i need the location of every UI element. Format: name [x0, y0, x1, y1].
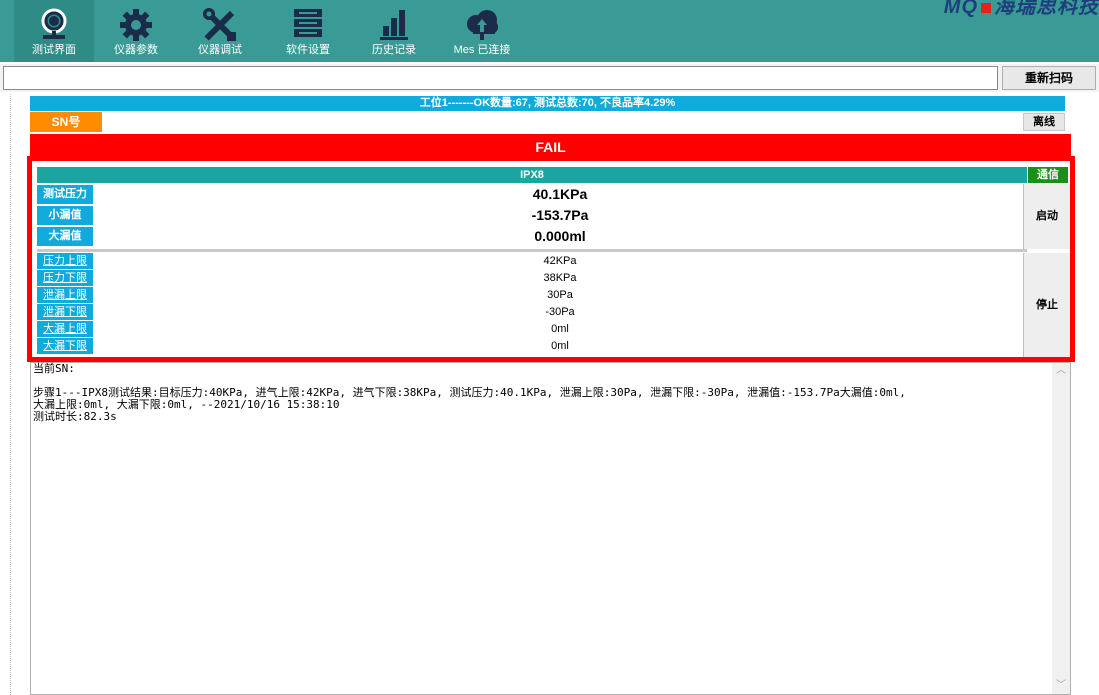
limit-row: 压力上限 42KPa — [37, 253, 1027, 269]
limit-value: 0ml — [551, 340, 569, 352]
limit-value: -30Pa — [545, 306, 575, 318]
brand-name: 海瑞思科技 — [994, 0, 1099, 18]
limit-value: 0ml — [551, 323, 569, 335]
sn-row: SN号 离线 — [30, 112, 1065, 132]
test-panel: IPX8 通信 测试压力 40.1KPa 小漏值 -153.7Pa 大漏值 0.… — [27, 156, 1075, 362]
toolbar-label: 历史记录 — [372, 44, 416, 56]
scroll-up-icon[interactable]: ︿ — [1052, 363, 1070, 379]
limit-label[interactable]: 泄漏下限 — [37, 304, 93, 320]
tools-icon — [203, 8, 236, 41]
measurement-row: 测试压力 40.1KPa — [37, 184, 1027, 205]
offline-button[interactable]: 离线 — [1023, 113, 1065, 131]
log-textarea[interactable]: 当前SN: 步骤1---IPX8测试结果:目标压力:40KPa, 进气上限:42… — [30, 362, 1071, 695]
scroll-down-icon[interactable]: ﹀ — [1052, 678, 1070, 694]
comm-status-badge[interactable]: 通信 — [1028, 167, 1068, 183]
limit-label[interactable]: 泄漏上限 — [37, 287, 93, 303]
limit-label[interactable]: 大漏下限 — [37, 338, 93, 354]
toolbar-label: 测试界面 — [32, 44, 76, 56]
limit-row: 压力下限 38KPa — [37, 270, 1027, 286]
station-summary: 工位1-------OK数量:67, 测试总数:70, 不良品率4.29% — [30, 96, 1065, 111]
toolbar-software-settings[interactable]: 软件设置 — [268, 0, 348, 62]
limit-value: 42KPa — [543, 255, 577, 267]
stop-button[interactable]: 停止 — [1023, 253, 1070, 357]
toolbar-label: Mes 已连接 — [453, 44, 511, 56]
brand-mark-icon: MQ — [943, 0, 978, 18]
measurement-value: -153.7Pa — [531, 207, 589, 223]
toolbar-history[interactable]: 历史记录 — [354, 0, 434, 62]
rescan-button[interactable]: 重新扫码 — [1002, 66, 1096, 90]
cloud-upload-icon — [467, 10, 498, 40]
measurement-row: 小漏值 -153.7Pa — [37, 205, 1027, 226]
limit-row: 大漏上限 0ml — [37, 321, 1027, 337]
measurement-label: 小漏值 — [37, 206, 93, 225]
scan-input[interactable] — [3, 66, 998, 90]
toolbar-instrument-params[interactable]: 仪器参数 — [96, 0, 176, 62]
limit-value: 38KPa — [543, 272, 577, 284]
start-button[interactable]: 启动 — [1023, 184, 1070, 249]
brand-logo: MQ 海瑞思科技 — [944, 0, 1099, 18]
limit-row: 泄漏上限 30Pa — [37, 287, 1027, 303]
limit-label[interactable]: 压力上限 — [37, 253, 93, 269]
measurement-label: 大漏值 — [37, 227, 93, 246]
limit-row: 大漏下限 0ml — [37, 338, 1027, 354]
measurement-row: 大漏值 0.000ml — [37, 226, 1027, 247]
measurement-label: 测试压力 — [37, 185, 93, 204]
measurement-value: 0.000ml — [534, 228, 586, 244]
toolbar-label: 仪器参数 — [114, 44, 158, 56]
server-icon — [294, 9, 322, 37]
limit-row: 泄漏下限 -30Pa — [37, 304, 1027, 320]
limit-value: 30Pa — [547, 289, 573, 301]
sn-label: SN号 — [30, 112, 102, 132]
limit-label[interactable]: 大漏上限 — [37, 321, 93, 337]
toolbar-test-screen[interactable]: 测试界面 — [14, 0, 94, 62]
log-scrollbar[interactable]: ︿ ﹀ — [1052, 363, 1070, 694]
toolbar-label: 仪器调试 — [198, 44, 242, 56]
margin-guide — [10, 94, 11, 695]
log-text: 当前SN: 步骤1---IPX8测试结果:目标压力:40KPa, 进气上限:42… — [33, 362, 906, 423]
result-status: FAIL — [30, 134, 1071, 158]
gear-icon — [120, 9, 152, 41]
toolbar-mes-status[interactable]: Mes 已连接 — [442, 0, 522, 62]
panel-divider — [37, 249, 1027, 252]
toolbar-instrument-debug[interactable]: 仪器调试 — [180, 0, 260, 62]
measurement-value: 40.1KPa — [532, 186, 588, 202]
bar-chart-icon — [380, 10, 408, 40]
webcam-icon — [41, 8, 67, 39]
main-toolbar: 测试界面 仪器参数 仪器调试 软件设置 历史记录 Mes 已连接 MQ 海瑞思科… — [0, 0, 1099, 62]
toolbar-label: 软件设置 — [286, 44, 330, 56]
scan-bar: 重新扫码 — [0, 64, 1099, 92]
limit-label[interactable]: 压力下限 — [37, 270, 93, 286]
panel-title: IPX8 — [37, 167, 1027, 183]
